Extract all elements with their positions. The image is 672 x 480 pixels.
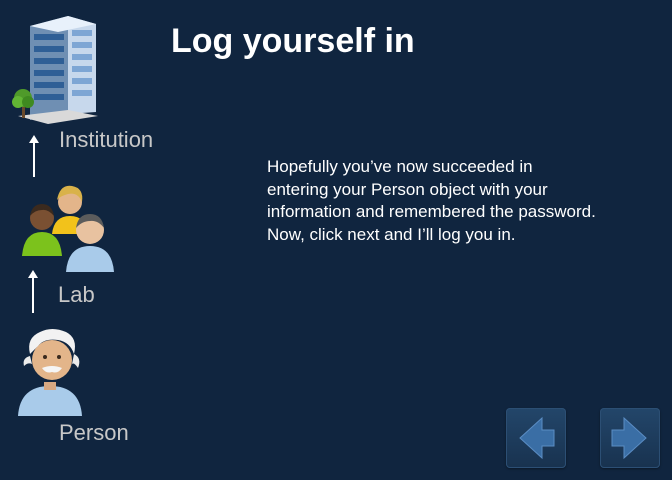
hierarchy-label-lab: Lab — [58, 282, 95, 307]
instruction-text: Hopefully you’ve now succeeded in enteri… — [267, 157, 596, 244]
building-icon — [8, 12, 104, 128]
hierarchy-label-person: Person — [59, 420, 129, 445]
up-arrow-icon — [28, 270, 38, 313]
back-button[interactable] — [506, 408, 566, 468]
hierarchy-label-institution: Institution — [59, 127, 154, 152]
people-group-icon — [20, 176, 118, 272]
slide-title: Log yourself in — [171, 22, 415, 60]
arrow-right-icon — [611, 416, 647, 460]
next-button[interactable] — [600, 408, 660, 468]
arrow-left-icon — [519, 416, 555, 460]
up-arrow-icon — [29, 135, 39, 177]
scientist-icon — [16, 324, 86, 420]
